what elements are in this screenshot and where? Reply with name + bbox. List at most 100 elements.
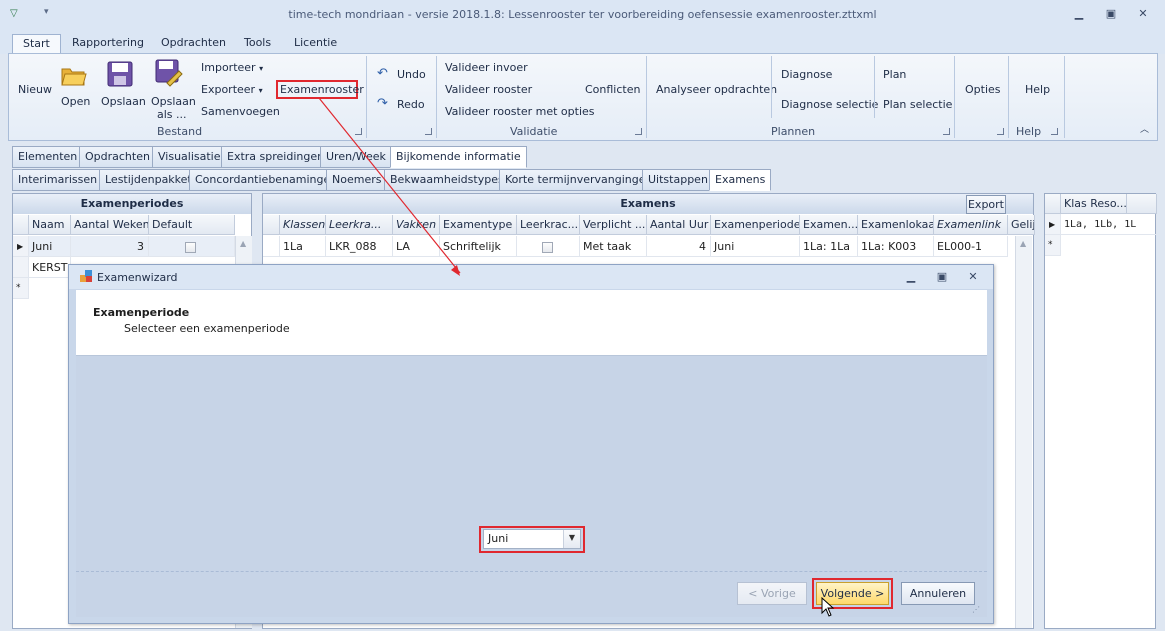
maximize-icon[interactable]: ▣ bbox=[1102, 6, 1120, 22]
redo-icon[interactable]: ↷ bbox=[377, 96, 388, 111]
analyseer-opdrachten-button[interactable]: Analyseer opdrachten bbox=[656, 83, 777, 96]
export-button[interactable]: Export bbox=[966, 195, 1006, 214]
cell-leerkracht-2[interactable] bbox=[517, 236, 580, 257]
col-leerkracht-2[interactable]: Leerkrac... bbox=[517, 215, 580, 235]
plan-selectie-button[interactable]: Plan selectie bbox=[883, 98, 952, 111]
col-aantal-uur[interactable]: Aantal Uur bbox=[647, 215, 711, 235]
redo-button[interactable]: Redo bbox=[397, 98, 425, 111]
save-as-icon[interactable] bbox=[155, 59, 183, 87]
help-button[interactable]: Help bbox=[1025, 83, 1050, 96]
tab-uitstappen[interactable]: Uitstappen bbox=[642, 169, 714, 191]
opties-launcher-icon[interactable] bbox=[997, 128, 1004, 135]
col-examen[interactable]: Examen... bbox=[800, 215, 858, 235]
tab-rapportering[interactable]: Rapportering bbox=[70, 34, 146, 54]
tab-tools[interactable]: Tools bbox=[242, 34, 273, 54]
conflicten-button[interactable]: Conflicten bbox=[585, 83, 640, 96]
col-gelijk[interactable]: Gelij bbox=[1008, 215, 1035, 235]
close-icon[interactable]: ✕ bbox=[1134, 6, 1152, 22]
diagnose-selectie-button[interactable]: Diagnose selectie bbox=[781, 98, 878, 111]
opslaan-button[interactable]: Opslaan bbox=[101, 95, 146, 108]
tab-uren-week[interactable]: Uren/Week bbox=[320, 146, 392, 168]
default-checkbox[interactable] bbox=[185, 241, 196, 253]
col-klassen[interactable]: Klassen bbox=[280, 215, 326, 235]
tab-lestijdenpakket[interactable]: Lestijdenpakket bbox=[99, 169, 198, 191]
nieuw-button[interactable]: Nieuw bbox=[18, 83, 52, 96]
collapse-ribbon-icon[interactable]: ︿ bbox=[1140, 122, 1149, 135]
cell-klassen[interactable]: 1La bbox=[280, 236, 326, 257]
col-klas-resources[interactable]: Klas Reso... bbox=[1061, 194, 1127, 214]
tab-extra-spreidingen[interactable]: Extra spreidingen bbox=[221, 146, 331, 168]
undo-button[interactable]: Undo bbox=[397, 68, 426, 81]
cell-examen[interactable]: 1La: 1La bbox=[800, 236, 858, 257]
samenvoegen-button[interactable]: Samenvoegen bbox=[201, 105, 280, 118]
dialog-close-icon[interactable]: ✕ bbox=[964, 269, 982, 285]
col-extra[interactable] bbox=[1127, 194, 1157, 214]
col-examenperiodes[interactable]: Examenperiodes bbox=[711, 215, 800, 235]
tab-interimarissen[interactable]: Interimarissen bbox=[12, 169, 104, 191]
col-examentype[interactable]: Examentype bbox=[440, 215, 517, 235]
cell-leerkracht[interactable]: LKR_088 bbox=[326, 236, 393, 257]
plan-button[interactable]: Plan bbox=[883, 68, 906, 81]
opslaan-als-label-2[interactable]: als ... bbox=[157, 108, 187, 121]
exporteer-dropdown[interactable]: Exporteer ▾ bbox=[201, 83, 263, 96]
importeer-dropdown[interactable]: Importeer ▾ bbox=[201, 61, 263, 74]
cell-default[interactable] bbox=[149, 236, 235, 257]
bestand-launcher-icon[interactable] bbox=[355, 128, 362, 135]
col-verplicht[interactable]: Verplicht ... bbox=[580, 215, 647, 235]
col-leerkracht[interactable]: Leerkra... bbox=[326, 215, 393, 235]
opslaan-als-label-1[interactable]: Opslaan bbox=[151, 95, 196, 108]
resize-grip-icon[interactable]: ⋰ bbox=[972, 605, 980, 614]
tab-opdrachten[interactable]: Opdrachten bbox=[159, 34, 228, 54]
cell-examenlink[interactable]: EL000-1 bbox=[934, 236, 1008, 257]
cell-examentype[interactable]: Schriftelijk bbox=[440, 236, 517, 257]
tab-bekwaamheidstypes[interactable]: Bekwaamheidstypes bbox=[384, 169, 510, 191]
tab-licentie[interactable]: Licentie bbox=[292, 34, 339, 54]
validatie-launcher-icon[interactable] bbox=[635, 128, 642, 135]
tab-visualisatie[interactable]: Visualisatie bbox=[152, 146, 227, 168]
cell-examenlokaal[interactable]: 1La: K003 bbox=[858, 236, 934, 257]
valideer-invoer-button[interactable]: Valideer invoer bbox=[445, 61, 528, 74]
tab-noemers[interactable]: Noemers bbox=[326, 169, 388, 191]
undo-launcher-icon[interactable] bbox=[425, 128, 432, 135]
dialog-minimize-icon[interactable]: ▁ bbox=[902, 269, 920, 285]
vorige-button[interactable]: < Vorige bbox=[737, 582, 807, 605]
cell-klas-resources[interactable]: 1La, 1Lb, 1L bbox=[1061, 214, 1157, 235]
chevron-down-icon[interactable]: ▼ bbox=[563, 530, 580, 548]
undo-icon[interactable]: ↶ bbox=[377, 66, 388, 81]
open-folder-icon[interactable] bbox=[61, 64, 87, 86]
col-aantal-weken[interactable]: Aantal Weken bbox=[71, 215, 149, 235]
tab-start[interactable]: Start bbox=[12, 34, 61, 54]
cell-naam[interactable]: Juni bbox=[29, 236, 71, 257]
minimize-icon[interactable]: ▁ bbox=[1070, 6, 1088, 22]
scroll-up-icon[interactable]: ▲ bbox=[1020, 239, 1026, 248]
cell-weken[interactable]: 3 bbox=[71, 236, 149, 257]
tab-bijkomende-informatie[interactable]: Bijkomende informatie bbox=[390, 146, 527, 168]
cell-vakken[interactable]: LA bbox=[393, 236, 440, 257]
tab-opdrachten[interactable]: Opdrachten bbox=[79, 146, 156, 168]
opties-button[interactable]: Opties bbox=[965, 83, 1001, 96]
col-vakken[interactable]: Vakken bbox=[393, 215, 440, 235]
cell-naam[interactable]: KERST bbox=[29, 257, 71, 278]
open-button[interactable]: Open bbox=[61, 95, 90, 108]
scroll-up-icon[interactable]: ▲ bbox=[240, 239, 246, 248]
tab-korte-termijnvervangingen[interactable]: Korte termijnvervangingen bbox=[499, 169, 659, 191]
tab-concordantiebenamingen[interactable]: Concordantiebenamingen bbox=[189, 169, 344, 191]
cell-verplicht[interactable]: Met taak bbox=[580, 236, 647, 257]
col-examenlink[interactable]: Examenlink bbox=[934, 215, 1008, 235]
annuleren-button[interactable]: Annuleren bbox=[901, 582, 975, 605]
plannen-launcher-icon[interactable] bbox=[943, 128, 950, 135]
save-icon[interactable] bbox=[107, 61, 133, 87]
leerkracht-checkbox[interactable] bbox=[542, 241, 553, 253]
valideer-rooster-opties-button[interactable]: Valideer rooster met opties bbox=[445, 105, 595, 118]
dialog-maximize-icon[interactable]: ▣ bbox=[933, 269, 951, 285]
help-launcher-icon[interactable] bbox=[1051, 128, 1058, 135]
col-default[interactable]: Default bbox=[149, 215, 235, 235]
cell-examenperiodes[interactable]: Juni bbox=[711, 236, 800, 257]
valideer-rooster-button[interactable]: Valideer rooster bbox=[445, 83, 532, 96]
tab-elementen[interactable]: Elementen bbox=[12, 146, 84, 168]
col-naam[interactable]: Naam bbox=[29, 215, 71, 235]
col-examenlokaal[interactable]: Examenlokaal bbox=[858, 215, 934, 235]
examenrooster-button[interactable]: Examenrooster bbox=[280, 83, 364, 96]
cell-aantal-uur[interactable]: 4 bbox=[647, 236, 711, 257]
tab-examens[interactable]: Examens bbox=[709, 169, 772, 191]
